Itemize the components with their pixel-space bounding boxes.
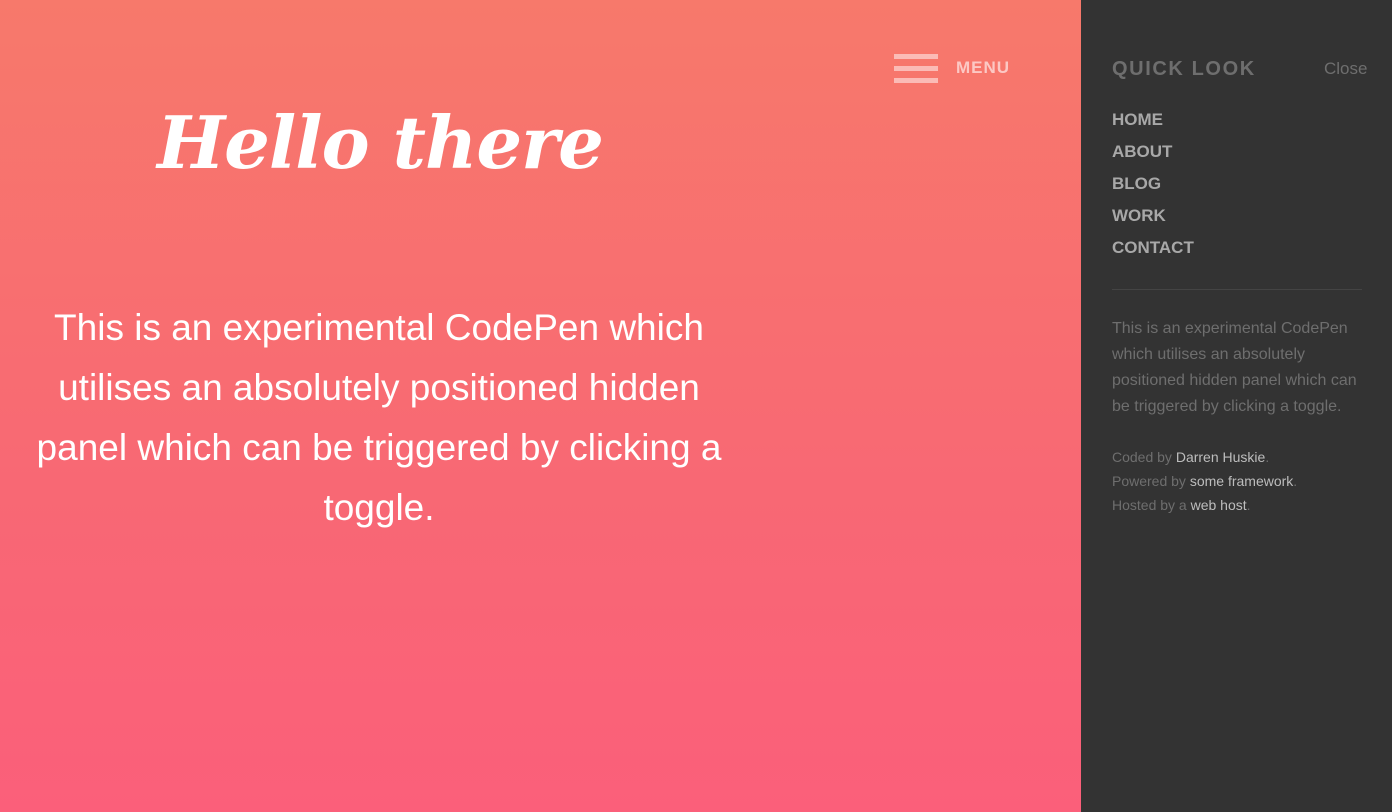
nav-item-work[interactable]: WORK	[1112, 204, 1194, 236]
nav-item-home[interactable]: HOME	[1112, 108, 1194, 140]
credit-line-powered: Powered by some framework.	[1112, 469, 1372, 493]
menu-label[interactable]: MENU	[956, 58, 1010, 78]
intro-text: This is an experimental CodePen which ut…	[36, 307, 722, 528]
hamburger-icon[interactable]	[894, 52, 938, 84]
panel-divider	[1112, 289, 1362, 290]
credit-link-host[interactable]: web host	[1191, 497, 1247, 513]
close-button[interactable]: Close	[1324, 59, 1367, 79]
page-heading: Hello there	[157, 100, 604, 185]
main-area: MENU Hello there This is an experimental…	[0, 0, 1081, 812]
nav-item-blog[interactable]: BLOG	[1112, 172, 1194, 204]
panel-title: QUICK LOOK	[1112, 58, 1256, 80]
panel-description: This is an experimental CodePen which ut…	[1112, 320, 1357, 415]
credit-link-framework[interactable]: some framework	[1190, 473, 1293, 489]
nav-item-contact[interactable]: CONTACT	[1112, 236, 1194, 268]
credits: Coded by Darren Huskie. Powered by some …	[1112, 445, 1372, 517]
credit-prefix: Powered by	[1112, 473, 1190, 489]
panel-nav: HOME ABOUT BLOG WORK CONTACT	[1112, 108, 1194, 268]
menu-toggle-button[interactable]: MENU	[894, 50, 1010, 86]
credit-link-author[interactable]: Darren Huskie	[1176, 449, 1265, 465]
credit-line-hosted: Hosted by a web host.	[1112, 493, 1372, 517]
credit-suffix: .	[1246, 497, 1251, 513]
credit-line-coded: Coded by Darren Huskie.	[1112, 445, 1372, 469]
nav-item-about[interactable]: ABOUT	[1112, 140, 1194, 172]
credit-prefix: Coded by	[1112, 449, 1176, 465]
quick-look-panel: QUICK LOOK Close HOME ABOUT BLOG WORK CO…	[1081, 0, 1392, 812]
credit-suffix: .	[1265, 449, 1270, 465]
credit-suffix: .	[1293, 473, 1298, 489]
credit-prefix: Hosted by a	[1112, 497, 1191, 513]
